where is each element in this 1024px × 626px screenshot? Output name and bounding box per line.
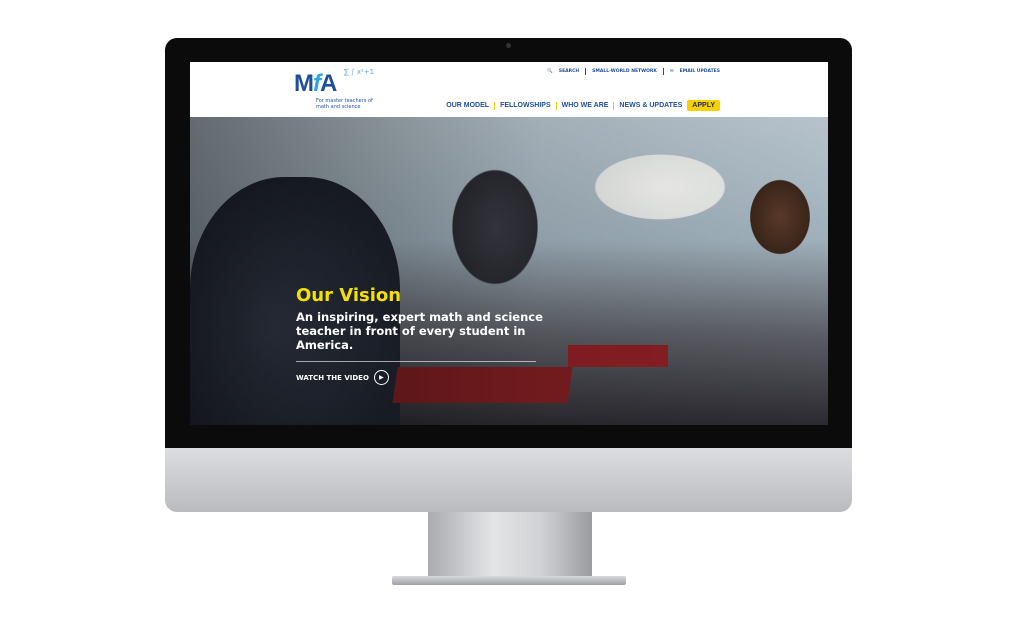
divider: [585, 68, 587, 75]
website-screen: MfA ∑ ∫ x²+1 For master teachers of math…: [190, 62, 828, 425]
main-nav: OUR MODEL FELLOWSHIPS WHO WE ARE NEWS & …: [446, 100, 720, 111]
nav-who-we-are[interactable]: WHO WE ARE: [562, 102, 609, 109]
search-icon[interactable]: 🔍: [547, 69, 553, 74]
logo[interactable]: MfA ∑ ∫ x²+1 For master teachers of math…: [294, 68, 376, 110]
hero-image: Our Vision An inspiring, expert math and…: [190, 117, 828, 425]
small-world-network-link[interactable]: SMALL-WORLD NETWORK: [592, 69, 657, 74]
apply-button[interactable]: APPLY: [687, 100, 720, 111]
logo-tagline: For master teachers of math and science: [316, 98, 373, 110]
divider: [662, 68, 664, 75]
watch-video-button[interactable]: WATCH THE VIDEO ▶: [296, 370, 546, 385]
play-icon[interactable]: ▶: [373, 370, 389, 385]
nav-our-model[interactable]: OUR MODEL: [446, 102, 489, 109]
monitor-stand: [428, 512, 592, 578]
nav-fellowships[interactable]: FELLOWSHIPS: [500, 102, 551, 109]
logo-f: f: [313, 70, 321, 97]
logo-math-formula: ∑ ∫ x²+1: [344, 68, 375, 76]
divider: [494, 101, 496, 110]
monitor-chin: [165, 448, 852, 512]
site-header: MfA ∑ ∫ x²+1 For master teachers of math…: [190, 62, 828, 117]
watch-video-label: WATCH THE VIDEO: [296, 373, 369, 382]
hero-text: An inspiring, expert math and science te…: [296, 310, 543, 352]
logo-a: A: [320, 70, 337, 97]
divider: [613, 101, 615, 110]
divider: [555, 101, 557, 110]
utility-nav: 🔍 SEARCH SMALL-WORLD NETWORK ✉ EMAIL UPD…: [547, 68, 720, 75]
hero-content: Our Vision An inspiring, expert math and…: [296, 285, 546, 385]
email-updates-link[interactable]: EMAIL UPDATES: [680, 69, 720, 74]
search-link[interactable]: SEARCH: [559, 69, 579, 74]
nav-news-updates[interactable]: NEWS & UPDATES: [619, 102, 682, 109]
email-icon[interactable]: ✉: [670, 69, 674, 74]
monitor-foot: [392, 576, 626, 585]
hero-divider: [296, 361, 536, 362]
logo-m: M: [294, 70, 314, 97]
hero-title: Our Vision: [296, 285, 402, 306]
camera: [506, 43, 511, 48]
